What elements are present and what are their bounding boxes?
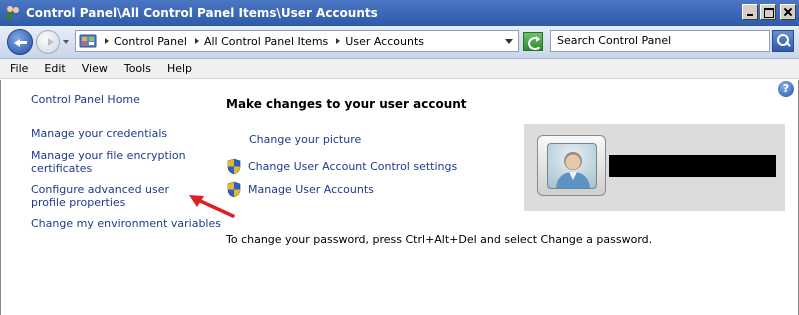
menu-view[interactable]: View [74, 62, 116, 75]
breadcrumb-control-panel[interactable]: Control Panel [105, 35, 187, 48]
user-tile-panel [524, 124, 785, 211]
menu-edit[interactable]: Edit [36, 62, 73, 75]
redacted-username [609, 155, 776, 177]
content-area: ? Control Panel Home Manage your credent… [0, 80, 799, 315]
back-button[interactable] [7, 29, 33, 55]
search-input[interactable]: Search Control Panel [550, 30, 770, 52]
breadcrumb-arrow-icon[interactable] [105, 38, 109, 44]
window-title: Control Panel\All Control Panel Items\Us… [26, 6, 378, 20]
refresh-button[interactable] [523, 32, 543, 51]
help-icon[interactable]: ? [778, 81, 794, 97]
address-toolbar: Control Panel All Control Panel Items Us… [0, 26, 799, 59]
task-spacer [226, 131, 249, 147]
manage-user-accounts-link[interactable]: Manage User Accounts [226, 181, 374, 198]
maximize-button[interactable] [760, 4, 776, 20]
address-field[interactable]: Control Panel All Control Panel Items Us… [75, 30, 519, 52]
title-bar: Control Panel\All Control Panel Items\Us… [0, 0, 799, 26]
avatar [537, 135, 606, 196]
task-label[interactable]: Change your picture [249, 133, 361, 146]
menu-bar: File Edit View Tools Help [0, 59, 799, 79]
page-heading: Make changes to your user account [226, 97, 467, 111]
breadcrumb-arrow-icon[interactable] [194, 38, 199, 44]
minimize-button[interactable] [742, 4, 758, 20]
change-picture-link[interactable]: Change your picture [226, 131, 361, 147]
manage-credentials-link[interactable]: Manage your credentials [31, 127, 211, 140]
password-hint: To change your password, press Ctrl+Alt+… [226, 233, 653, 246]
file-encryption-certificates-link[interactable]: Manage your file encryption certificates [31, 149, 191, 175]
control-panel-home-link[interactable]: Control Panel Home [31, 93, 201, 106]
recent-pages-dropdown[interactable] [63, 40, 69, 44]
user-silhouette-icon [556, 152, 590, 188]
forward-button[interactable] [36, 30, 60, 54]
uac-shield-icon [226, 158, 242, 175]
user-accounts-icon [4, 4, 22, 22]
address-dropdown-icon[interactable] [505, 39, 513, 44]
uac-shield-icon [226, 181, 242, 198]
menu-help[interactable]: Help [159, 62, 200, 75]
advanced-user-profile-link[interactable]: Configure advanced user profile properti… [31, 183, 206, 209]
task-label[interactable]: Manage User Accounts [248, 183, 374, 196]
breadcrumb-all-items[interactable]: All Control Panel Items [194, 35, 328, 48]
menu-tools[interactable]: Tools [116, 62, 159, 75]
uac-settings-link[interactable]: Change User Account Control settings [226, 158, 457, 175]
breadcrumb-user-accounts[interactable]: User Accounts [336, 35, 424, 48]
search-icon[interactable] [772, 30, 794, 52]
control-panel-icon [79, 33, 97, 49]
close-button[interactable] [780, 4, 796, 20]
task-label[interactable]: Change User Account Control settings [248, 160, 457, 173]
breadcrumb-arrow-icon[interactable] [336, 38, 341, 44]
menu-file[interactable]: File [0, 62, 36, 75]
